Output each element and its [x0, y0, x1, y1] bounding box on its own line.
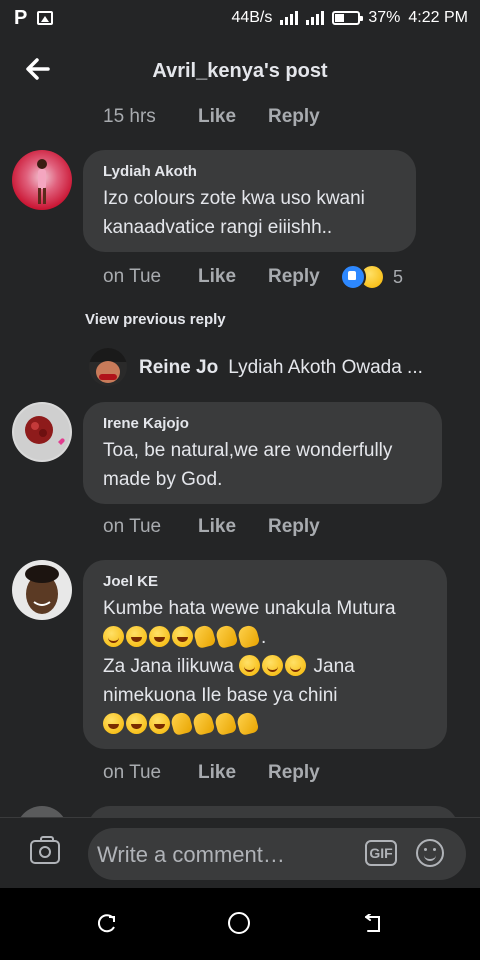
image-notification-icon [37, 11, 54, 25]
app-notification-icon: P [14, 7, 28, 29]
avatar[interactable] [89, 348, 127, 386]
smile-emoji-icon [262, 655, 284, 676]
camera-icon[interactable] [30, 836, 60, 864]
reply-button[interactable]: Reply [268, 106, 320, 128]
comment-bubble[interactable]: Joel KE Kumbe hata wewe unakula Mutura .… [83, 560, 447, 749]
laugh-emoji-icon [126, 713, 147, 734]
clap-emoji-icon [191, 710, 216, 737]
nested-reply-summary[interactable]: Reine Jo Lydiah Akoth Owada ... [139, 357, 459, 379]
comment-line: Kumbe hata wewe unakula Mutura [103, 598, 396, 619]
smile-emoji-icon [239, 655, 261, 676]
comment-line: Jana [313, 656, 355, 677]
avatar[interactable] [12, 560, 72, 620]
battery-percent: 37% [368, 9, 401, 26]
reaction-count: 5 [393, 266, 404, 287]
comment-bubble[interactable]: Lydiah Akoth Izo colours zote kwa uso kw… [83, 150, 416, 252]
avatar-figure-icon [37, 159, 47, 204]
reply-button[interactable]: Reply [268, 516, 320, 538]
comment-line: Toa, be natural,we are wonderfully [103, 440, 393, 461]
avatar[interactable] [12, 150, 72, 210]
laugh-emoji-icon [103, 713, 124, 734]
page-title: Avril_kenya's post [152, 60, 328, 82]
smile-emoji-icon [285, 655, 307, 676]
reply-preview: Lydiah Akoth Owada ... [228, 357, 423, 378]
comment-actions: on Tue Like Reply [103, 762, 320, 784]
recent-apps-icon[interactable] [95, 914, 117, 934]
comment-bubble[interactable]: Irene Kajojo Toa, be natural,we are wond… [83, 402, 442, 504]
comment-author[interactable]: Irene Kajojo [103, 415, 424, 432]
avatar[interactable] [12, 402, 72, 462]
comment-line: made by God. [103, 469, 223, 490]
laugh-emoji-icon [149, 626, 170, 647]
reply-author[interactable]: Reine Jo [139, 357, 218, 378]
comment-author[interactable]: Joel KE [103, 573, 429, 590]
smile-emoji-icon [103, 626, 124, 647]
like-button[interactable]: Like [198, 762, 268, 784]
comment-actions: on Tue Like Reply [103, 516, 320, 538]
comment-emoji-line: Za Jana ilikuwa Jana [103, 652, 429, 681]
system-nav-bar [0, 888, 480, 960]
network-speed: 44B/s [231, 9, 273, 26]
home-icon[interactable] [228, 912, 250, 934]
reply-button[interactable]: Reply [268, 266, 340, 288]
like-reaction-icon [340, 264, 366, 290]
comment-actions: on Tue Like Reply 5 [103, 264, 443, 290]
comment-text: Izo colours zote kwa uso kwani kanaadvat… [103, 184, 398, 242]
post-header: Avril_kenya's post [0, 38, 480, 104]
back-nav-icon[interactable] [362, 914, 384, 934]
comment-time: on Tue [103, 266, 162, 287]
clap-emoji-icon [169, 710, 194, 737]
signal-icon [280, 11, 299, 25]
signal-2-icon [306, 11, 325, 25]
comment-time: on Tue [103, 516, 162, 537]
clap-emoji-icon [192, 623, 217, 650]
sticker-icon[interactable] [416, 839, 444, 867]
clap-emoji-icon [235, 710, 260, 737]
avatar-flower-icon [14, 404, 70, 460]
comment-author[interactable]: Lydiah Akoth [103, 163, 398, 180]
comment-text: Kumbe hata wewe unakula Mutura . Za Jana… [103, 594, 429, 739]
reply-button[interactable]: Reply [268, 762, 320, 784]
status-left: P [14, 7, 54, 29]
view-previous-reply-link[interactable]: View previous reply [85, 311, 226, 328]
comment-emoji-line: . [103, 623, 429, 652]
reactions-summary[interactable]: 5 [340, 264, 403, 290]
clap-emoji-icon [214, 623, 239, 650]
comment-emoji-line [103, 710, 429, 739]
comment-line: Za Jana ilikuwa [103, 656, 234, 677]
comment-composer: Write a comment… GIF [0, 817, 480, 889]
comment-text: Toa, be natural,we are wonderfully made … [103, 436, 424, 494]
like-button[interactable]: Like [198, 516, 268, 538]
comment-line: Izo colours zote kwa uso kwani [103, 188, 365, 209]
clock: 4:22 PM [408, 9, 468, 26]
clap-emoji-icon [236, 623, 261, 650]
like-button[interactable]: Like [198, 106, 268, 128]
comment-time: 15 hrs [103, 106, 156, 127]
comment-line: kanaadvatice rangi eiiishh.. [103, 217, 333, 238]
laugh-emoji-icon [172, 626, 193, 647]
gif-button[interactable]: GIF [365, 840, 397, 866]
battery-icon [332, 11, 364, 25]
comment-actions: 15 hrs Like Reply [103, 106, 320, 128]
like-button[interactable]: Like [198, 266, 268, 288]
status-bar: P 44B/s 37% 4:22 PM [0, 0, 480, 38]
comment-line: . [261, 627, 267, 648]
avatar-portrait-icon [25, 565, 59, 614]
clap-emoji-icon [213, 710, 238, 737]
laugh-emoji-icon [126, 626, 147, 647]
comment-line: nimekuona Ile base ya chini [103, 685, 338, 706]
status-right: 44B/s 37% 4:22 PM [231, 9, 468, 27]
comment-input-placeholder: Write a comment… [97, 842, 285, 867]
laugh-emoji-icon [149, 713, 170, 734]
comment-time: on Tue [103, 762, 162, 783]
avatar-face-icon [89, 348, 127, 383]
